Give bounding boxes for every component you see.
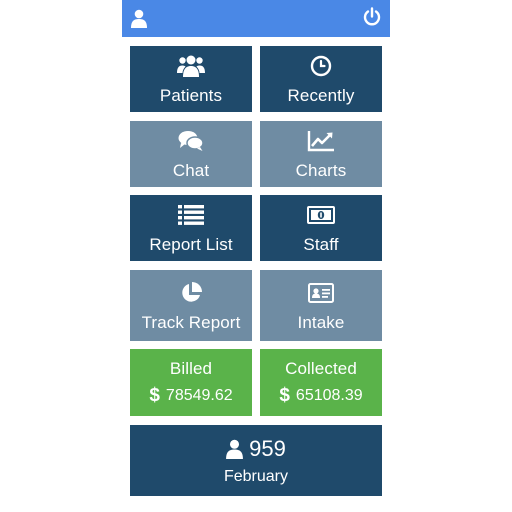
billed-value: 78549.62 (165, 386, 233, 404)
chat-bubbles-icon (178, 127, 204, 155)
list-icon (178, 201, 204, 229)
patient-count: 959 (226, 436, 286, 462)
patients-label: Patients (159, 86, 223, 105)
report-list-label: Report List (149, 235, 233, 254)
charts-tile[interactable]: Charts (260, 121, 382, 187)
chat-tile[interactable]: Chat (130, 121, 252, 187)
billed-label: Billed (169, 358, 213, 378)
user-icon[interactable] (131, 9, 147, 33)
money-bill-icon (307, 201, 335, 229)
intake-label: Intake (297, 312, 345, 332)
staff-label: Staff (303, 235, 339, 254)
report-list-tile[interactable]: Report List (130, 195, 252, 261)
patient-count-value: 959 (249, 435, 286, 461)
billed-amount: $ 78549.62 (149, 385, 232, 407)
recently-label: Recently (287, 86, 355, 105)
recently-tile[interactable]: Recently (260, 46, 382, 112)
users-group-icon (177, 52, 205, 80)
chat-label: Chat (172, 161, 210, 180)
power-icon[interactable] (362, 7, 382, 32)
clock-icon (310, 52, 332, 80)
billed-currency: $ (149, 384, 160, 406)
pie-chart-icon (179, 279, 203, 307)
intake-tile[interactable]: Intake (260, 270, 382, 341)
line-chart-icon (307, 127, 335, 155)
month-label: February (223, 467, 289, 485)
track-report-tile[interactable]: Track Report (130, 270, 252, 341)
collected-currency: $ (279, 384, 290, 406)
user-icon (226, 439, 244, 459)
top-bar (122, 0, 390, 37)
patient-count-tile[interactable]: 959 February (130, 425, 382, 496)
collected-amount: $ 65108.39 (279, 385, 362, 407)
patients-tile[interactable]: Patients (130, 46, 252, 112)
collected-value: 65108.39 (295, 386, 363, 404)
collected-tile[interactable]: Collected $ 65108.39 (260, 349, 382, 416)
collected-label: Collected (285, 358, 357, 378)
staff-tile[interactable]: Staff (260, 195, 382, 261)
track-report-label: Track Report (141, 312, 241, 332)
billed-tile[interactable]: Billed $ 78549.62 (130, 349, 252, 416)
charts-label: Charts (295, 161, 347, 180)
id-card-icon (308, 279, 334, 307)
